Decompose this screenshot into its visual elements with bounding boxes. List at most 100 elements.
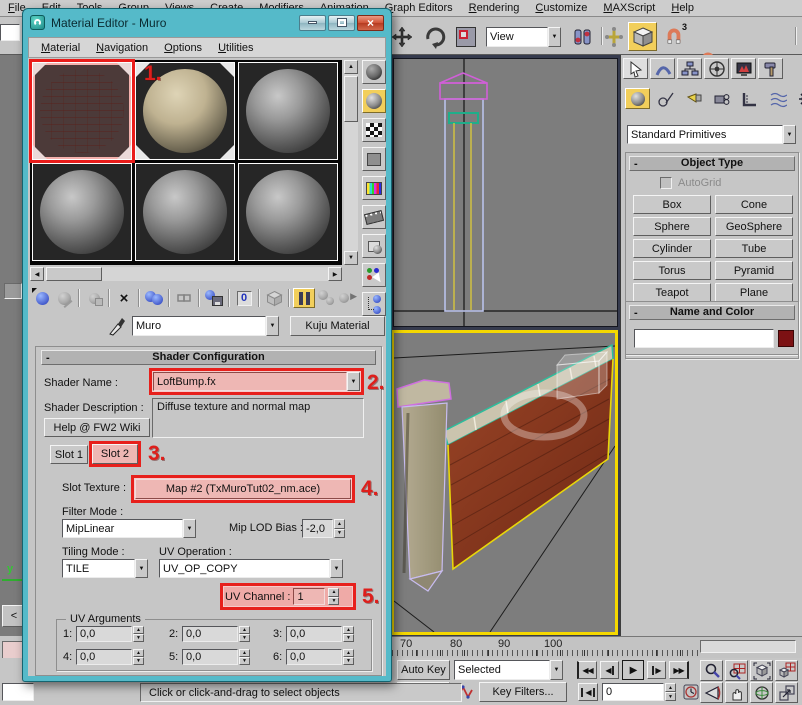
show-end-result-button[interactable] (293, 288, 315, 308)
menu-rendering[interactable]: Rendering (461, 1, 528, 15)
reference-coordinate-dropdown[interactable]: View (486, 27, 548, 47)
spin-up-icon[interactable] (239, 626, 250, 634)
spin-down-icon[interactable] (334, 529, 345, 539)
spin-up-icon[interactable] (334, 519, 345, 529)
slots-vertical-scrollbar[interactable]: ▲ ▼ (344, 60, 358, 265)
select-by-material-button[interactable] (362, 263, 386, 287)
category-space-warps[interactable] (765, 88, 790, 109)
uv-arg-1-spinner[interactable] (133, 626, 144, 642)
previous-frame-button[interactable]: ◀ (600, 661, 619, 679)
make-preview-button[interactable] (362, 205, 386, 229)
button-plane[interactable]: Plane (715, 283, 793, 302)
use-pivot-center-button[interactable] (572, 26, 594, 48)
name-and-color-header[interactable]: - Name and Color (629, 305, 795, 320)
close-button[interactable] (357, 15, 384, 31)
spin-down-icon[interactable] (343, 634, 354, 642)
scroll-down-button[interactable]: ▼ (344, 251, 358, 265)
dialog-menu-options[interactable]: Options (156, 41, 210, 55)
button-torus[interactable]: Torus (633, 261, 711, 280)
go-to-end-button[interactable]: ▶▶ (669, 661, 689, 679)
autogrid-checkbox[interactable] (660, 177, 672, 189)
minimize-button[interactable] (299, 15, 326, 31)
selection-set-dropdown[interactable]: Selected (454, 660, 550, 680)
slot-2-tab[interactable]: Slot 2 (92, 444, 138, 464)
go-to-start-button[interactable]: ◀◀ (577, 661, 597, 679)
scroll-up-button[interactable]: ▲ (344, 60, 358, 74)
min-max-toggle-button[interactable] (775, 682, 798, 703)
slot-texture-button[interactable]: Map #2 (TxMuroTut02_nm.ace) (135, 479, 351, 499)
dialog-menu-material[interactable]: Material (33, 41, 88, 55)
material-id-channel-button[interactable]: 0 (233, 288, 255, 308)
sample-uv-tiling-button[interactable] (362, 147, 386, 171)
button-cylinder[interactable]: Cylinder (633, 239, 711, 258)
slot-1-tab[interactable]: Slot 1 (50, 445, 88, 464)
viewport-perspective[interactable] (391, 330, 618, 635)
key-mode-toggle-button[interactable]: ◀ (578, 683, 598, 701)
spin-up-icon[interactable] (328, 588, 339, 597)
button-teapot[interactable]: Teapot (633, 283, 711, 302)
dialog-menu-navigation[interactable]: Navigation (88, 41, 156, 55)
primitives-category-dropdown[interactable]: Standard Primitives (627, 125, 783, 144)
select-and-scale-button[interactable] (456, 27, 476, 47)
frame-spinner[interactable] (665, 683, 676, 701)
auto-key-button[interactable]: Auto Key (397, 660, 450, 680)
button-tube[interactable]: Tube (715, 239, 793, 258)
uv-arg-5-spinner[interactable] (239, 649, 250, 665)
category-lights[interactable] (681, 88, 706, 109)
scroll-left-button[interactable]: ◀ (30, 267, 44, 281)
tab-hierarchy[interactable] (677, 58, 702, 79)
spin-up-icon[interactable] (133, 626, 144, 634)
show-map-in-viewport-button[interactable] (263, 288, 285, 308)
make-material-copy-button[interactable] (143, 288, 165, 308)
slots-horizontal-scrollbar[interactable]: ◀ ▶ (30, 267, 342, 281)
scroll-thumb[interactable] (344, 76, 358, 122)
uv-arg-6-field[interactable]: 0,0 (286, 649, 342, 665)
category-geometry[interactable] (625, 88, 650, 109)
go-to-parent-button[interactable] (315, 288, 337, 308)
uv-channel-field[interactable]: 1 (293, 588, 325, 605)
reset-map-button[interactable]: × (113, 288, 135, 308)
backlight-button[interactable] (362, 89, 386, 113)
sample-type-button[interactable] (362, 60, 386, 84)
filter-mode-dropdown[interactable]: MipLinear (62, 519, 183, 538)
uv-arg-4-spinner[interactable] (133, 649, 144, 665)
tab-create[interactable] (623, 58, 648, 79)
scroll-right-button[interactable]: ▶ (328, 267, 342, 281)
spin-up-icon[interactable] (665, 683, 676, 692)
tab-modify[interactable] (650, 58, 675, 79)
kuju-material-button[interactable]: Kuju Material (290, 316, 385, 336)
material-map-navigator-button[interactable] (362, 292, 386, 316)
dialog-menu-utilities[interactable]: Utilities (210, 41, 261, 55)
mip-lod-bias-spinner[interactable] (334, 519, 345, 538)
tiling-mode-dropdown[interactable]: TILE (62, 559, 135, 578)
spin-up-icon[interactable] (239, 649, 250, 657)
scroll-h-thumb[interactable] (46, 267, 102, 281)
spin-down-icon[interactable] (133, 657, 144, 665)
category-shapes[interactable] (653, 88, 678, 109)
put-to-library-button[interactable] (203, 288, 225, 308)
button-geosphere[interactable]: GeoSphere (715, 217, 793, 236)
viewport-front[interactable] (393, 58, 618, 327)
shader-name-dropdown[interactable]: LoftBump.fx (153, 372, 347, 391)
selection-set-dropdown-button[interactable] (550, 660, 563, 680)
shader-name-dropdown-button[interactable] (347, 372, 360, 391)
uv-arg-5-field[interactable]: 0,0 (182, 649, 238, 665)
select-and-manipulate-button[interactable] (604, 26, 624, 48)
uv-operation-dropdown-button[interactable] (330, 559, 343, 578)
select-and-move-button[interactable] (390, 25, 414, 49)
sample-slot-4[interactable] (32, 163, 132, 261)
uv-arg-3-field[interactable]: 0,0 (286, 626, 342, 642)
spin-down-icon[interactable] (239, 657, 250, 665)
snaps-toggle-button[interactable] (628, 22, 657, 51)
spin-down-icon[interactable] (239, 634, 250, 642)
button-box[interactable]: Box (633, 195, 711, 214)
primitives-category-dropdown-button[interactable] (783, 125, 796, 144)
pan-button[interactable] (725, 682, 748, 703)
uv-operation-dropdown[interactable]: UV_OP_COPY (159, 559, 330, 578)
video-color-check-button[interactable] (362, 176, 386, 200)
put-material-to-scene-button[interactable] (53, 288, 75, 308)
time-configuration-button[interactable] (681, 683, 701, 701)
spin-up-icon[interactable] (133, 649, 144, 657)
sample-slot-6[interactable] (238, 163, 338, 261)
zoom-extents-button[interactable] (750, 660, 773, 681)
